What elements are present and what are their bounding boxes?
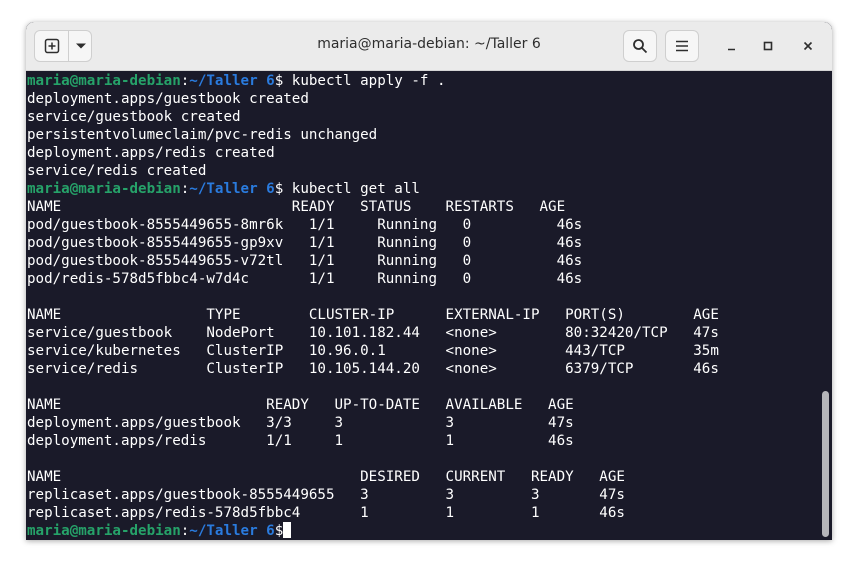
prompt-symbol: $ <box>274 181 284 197</box>
prompt-separator: : <box>180 181 190 197</box>
output-line: deployment.apps/redis created <box>27 145 275 161</box>
output-line: deployment.apps/guestbook 3/3 3 3 47s <box>27 415 574 431</box>
maximize-icon <box>763 41 773 51</box>
command-text: kubectl get all <box>283 181 420 197</box>
command-text: kubectl apply -f . <box>283 73 446 89</box>
output-line: service/kubernetes ClusterIP 10.96.0.1 <… <box>27 343 719 359</box>
output-line: pod/guestbook-8555449655-8mr6k 1/1 Runni… <box>27 217 583 233</box>
new-tab-icon <box>44 38 59 54</box>
prompt-path: ~/Taller 6 <box>189 181 275 197</box>
terminal-area[interactable]: maria@maria-debian:~/Taller 6$ kubectl a… <box>26 71 832 540</box>
maximize-button[interactable] <box>755 30 781 62</box>
output-line: pod/guestbook-8555449655-gp9xv 1/1 Runni… <box>27 235 583 251</box>
prompt-line: maria@maria-debian:~/Taller 6$ kubectl a… <box>27 72 817 90</box>
prompt-line: maria@maria-debian:~/Taller 6$ <box>27 522 817 540</box>
output-line: NAME TYPE CLUSTER-IP EXTERNAL-IP PORT(S)… <box>27 307 719 323</box>
close-button[interactable] <box>795 30 821 62</box>
output-line: service/guestbook created <box>27 109 241 125</box>
output-line: pod/redis-578d5fbbc4-w7d4c 1/1 Running 0… <box>27 271 583 287</box>
output-line: pod/guestbook-8555449655-v72tl 1/1 Runni… <box>27 253 583 269</box>
text-cursor <box>283 522 292 538</box>
output-line: NAME DESIRED CURRENT READY AGE <box>27 469 625 485</box>
main-menu-button[interactable] <box>665 30 699 62</box>
prompt-user: maria@maria-debian <box>27 73 181 89</box>
prompt-user: maria@maria-debian <box>27 181 181 197</box>
new-tab-button[interactable] <box>35 31 68 61</box>
output-line: deployment.apps/guestbook created <box>27 91 309 107</box>
prompt-separator: : <box>180 523 190 539</box>
minimize-icon <box>728 48 735 51</box>
output-line: replicaset.apps/guestbook-8555449655 3 3… <box>27 487 625 503</box>
output-line: service/guestbook NodePort 10.101.182.44… <box>27 325 719 341</box>
chevron-down-icon <box>75 43 86 49</box>
output-line: NAME READY STATUS RESTARTS AGE <box>27 199 566 215</box>
tab-menu-button[interactable] <box>69 31 92 61</box>
output-line: replicaset.apps/redis-578d5fbbc4 1 1 1 4… <box>27 505 625 521</box>
output-line: service/redis ClusterIP 10.105.144.20 <n… <box>27 361 719 377</box>
new-tab-button-group <box>34 30 92 62</box>
search-button[interactable] <box>623 30 657 62</box>
output-line: persistentvolumeclaim/pvc-redis unchange… <box>27 127 378 143</box>
output-line: service/redis created <box>27 163 207 179</box>
prompt-symbol: $ <box>274 73 284 89</box>
prompt-symbol: $ <box>274 523 284 539</box>
terminal-output: maria@maria-debian:~/Taller 6$ kubectl a… <box>27 72 817 540</box>
prompt-path: ~/Taller 6 <box>189 523 275 539</box>
title-bar: maria@maria-debian: ~/Taller 6 <box>26 22 832 71</box>
hamburger-menu-icon <box>676 40 688 52</box>
prompt-line: maria@maria-debian:~/Taller 6$ kubectl g… <box>27 180 817 198</box>
minimize-button[interactable] <box>719 30 745 62</box>
output-line: NAME READY UP-TO-DATE AVAILABLE AGE <box>27 397 574 413</box>
prompt-path: ~/Taller 6 <box>189 73 275 89</box>
window-title: maria@maria-debian: ~/Taller 6 <box>317 36 541 52</box>
prompt-user: maria@maria-debian <box>27 523 181 539</box>
search-icon <box>633 39 648 54</box>
terminal-window: maria@maria-debian: ~/Taller 6 maria@mar… <box>26 22 832 540</box>
close-icon <box>803 41 813 51</box>
output-line: deployment.apps/redis 1/1 1 1 46s <box>27 433 574 449</box>
scrollbar[interactable] <box>822 391 829 537</box>
prompt-separator: : <box>180 73 190 89</box>
